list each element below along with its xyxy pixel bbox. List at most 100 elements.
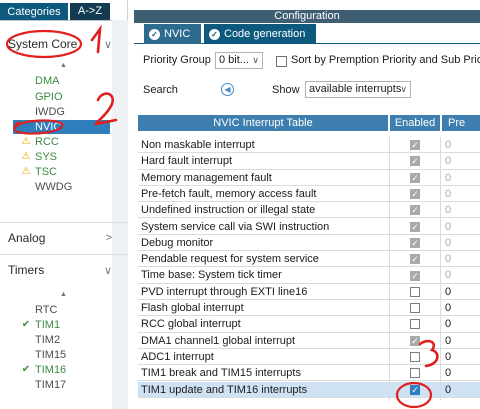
section-analog[interactable]: Analog > bbox=[8, 229, 112, 247]
divider bbox=[0, 254, 128, 255]
column-divider bbox=[389, 316, 390, 335]
select-value: available interrupts bbox=[309, 83, 402, 95]
column-divider bbox=[440, 300, 441, 318]
interrupt-name: Undefined instruction or illegal state bbox=[141, 204, 316, 217]
enabled-checkbox: ✓ bbox=[410, 140, 420, 151]
table-row[interactable]: Hard fault interrupt ✓ 0 bbox=[138, 153, 480, 172]
preemption-priority[interactable]: 0 bbox=[445, 251, 451, 267]
table-row[interactable]: TIM1 update and TIM16 interrupts ✓ 0 bbox=[138, 381, 480, 400]
preemption-priority[interactable]: 0 bbox=[445, 153, 451, 169]
preemption-priority[interactable]: 0 bbox=[445, 186, 451, 202]
enabled-checkbox[interactable] bbox=[410, 319, 420, 330]
table-row[interactable]: Flash global interrupt 0 bbox=[138, 300, 480, 318]
chevron-right-icon: > bbox=[105, 232, 112, 244]
enabled-checkbox[interactable] bbox=[410, 368, 420, 379]
enabled-checkbox: ✓ bbox=[410, 237, 420, 248]
tab-nvic[interactable]: ✓ NVIC bbox=[144, 24, 201, 44]
table-row[interactable]: Undefined instruction or illegal state ✓ 0 bbox=[138, 202, 480, 221]
interrupt-name: TIM1 update and TIM16 interrupts bbox=[141, 383, 308, 396]
preemption-priority[interactable]: 0 bbox=[445, 365, 451, 381]
priority-group-select[interactable]: 0 bit... ∨ bbox=[215, 52, 263, 69]
table-row[interactable]: Debug monitor ✓ 0 bbox=[138, 234, 480, 253]
scroll-up-icon[interactable]: ▲ bbox=[60, 291, 67, 298]
preemption-priority[interactable]: 0 bbox=[445, 235, 451, 251]
column-divider bbox=[389, 348, 390, 367]
tab-code-generation[interactable]: ✓ Code generation bbox=[204, 24, 316, 44]
enabled-checkbox[interactable] bbox=[410, 352, 420, 363]
interrupt-name: PVD interrupt through EXTI line16 bbox=[141, 285, 308, 298]
table-row[interactable]: DMA1 channel1 global interrupt ✓ 0 bbox=[138, 332, 480, 351]
preemption-priority[interactable]: 0 bbox=[445, 219, 451, 235]
interrupt-name: Pre-fetch fault, memory access fault bbox=[141, 187, 317, 200]
enabled-checkbox[interactable] bbox=[410, 286, 420, 297]
table-row[interactable]: System service call via SWI instruction ✓… bbox=[138, 218, 480, 237]
section-timers[interactable]: Timers ∨ bbox=[8, 261, 112, 279]
check-circle-icon: ✓ bbox=[209, 28, 220, 40]
interrupt-name: Hard fault interrupt bbox=[141, 155, 233, 168]
column-header-preemption[interactable]: Pre bbox=[442, 115, 480, 131]
sort-priority-checkbox[interactable] bbox=[276, 56, 287, 67]
enabled-checkbox[interactable]: ✓ bbox=[410, 384, 420, 395]
table-row[interactable]: RCC global interrupt 0 bbox=[138, 316, 480, 335]
config-tabbar: ✓ NVIC ✓ Code generation bbox=[134, 24, 480, 44]
preemption-priority[interactable]: 0 bbox=[445, 170, 451, 186]
column-divider bbox=[389, 137, 390, 155]
tree-item-label: RCC bbox=[35, 136, 59, 148]
column-divider bbox=[440, 251, 441, 270]
section-label: Timers bbox=[8, 263, 45, 277]
column-header-name[interactable]: NVIC Interrupt Table bbox=[138, 115, 388, 131]
scrollbar[interactable] bbox=[112, 20, 128, 409]
preemption-priority[interactable]: 0 bbox=[445, 300, 451, 316]
section-label: System Core bbox=[8, 37, 78, 51]
interrupt-name: Debug monitor bbox=[141, 236, 214, 249]
table-row[interactable]: ADC1 interrupt 0 bbox=[138, 348, 480, 367]
table-row[interactable]: Pendable request for system service ✓ 0 bbox=[138, 251, 480, 270]
chevron-down-icon: ∨ bbox=[103, 264, 112, 277]
preemption-priority[interactable]: 0 bbox=[445, 284, 451, 300]
check-icon: ✔ bbox=[21, 319, 31, 330]
interrupt-name: RCC global interrupt bbox=[141, 318, 241, 331]
column-divider bbox=[440, 267, 441, 286]
preemption-priority[interactable]: 0 bbox=[445, 137, 451, 153]
preemption-priority[interactable]: 0 bbox=[445, 382, 451, 398]
column-divider bbox=[440, 234, 441, 253]
column-divider bbox=[440, 381, 441, 400]
table-row[interactable]: Pre-fetch fault, memory access fault ✓ 0 bbox=[138, 185, 480, 204]
table-row[interactable]: Memory management fault ✓ 0 bbox=[138, 169, 480, 188]
enabled-checkbox: ✓ bbox=[410, 270, 420, 281]
divider bbox=[0, 222, 128, 223]
preemption-priority[interactable]: 0 bbox=[445, 202, 451, 218]
tree-item-label: IWDG bbox=[35, 106, 65, 118]
column-header-enabled[interactable]: Enabled bbox=[390, 115, 440, 131]
interrupt-name: Non maskable interrupt bbox=[141, 139, 255, 151]
column-divider bbox=[389, 332, 390, 351]
column-divider bbox=[389, 153, 390, 172]
interrupt-name: ADC1 interrupt bbox=[141, 350, 214, 363]
search-icon[interactable]: ◀ bbox=[221, 83, 234, 96]
tab-label: Code generation bbox=[224, 28, 306, 40]
chevron-down-icon: ∨ bbox=[252, 55, 259, 65]
enabled-checkbox: ✓ bbox=[410, 156, 420, 167]
column-divider bbox=[440, 348, 441, 367]
preemption-priority[interactable]: 0 bbox=[445, 316, 451, 332]
table-row[interactable]: PVD interrupt through EXTI line16 0 bbox=[138, 283, 480, 302]
scroll-up-icon[interactable]: ▲ bbox=[60, 62, 67, 69]
column-divider bbox=[389, 267, 390, 286]
tab-categories[interactable]: Categories bbox=[0, 3, 68, 20]
enabled-checkbox[interactable] bbox=[410, 303, 420, 314]
warning-icon: ⚠ bbox=[21, 166, 31, 177]
preemption-priority[interactable]: 0 bbox=[445, 267, 451, 283]
show-filter-select[interactable]: available interrupts ∨ bbox=[305, 81, 411, 98]
preemption-priority[interactable]: 0 bbox=[445, 333, 451, 349]
tree-item-label: TIM17 bbox=[35, 379, 67, 391]
tree-item-nvic[interactable]: NVIC bbox=[13, 120, 110, 134]
table-row[interactable]: Non maskable interrupt ✓ 0 bbox=[138, 137, 480, 155]
tab-label: NVIC bbox=[164, 28, 191, 40]
enabled-checkbox: ✓ bbox=[410, 221, 420, 232]
table-row[interactable]: Time base: System tick timer ✓ 0 bbox=[138, 267, 480, 286]
tab-a-to-z[interactable]: A->Z bbox=[70, 3, 110, 20]
select-value: 0 bit... bbox=[219, 54, 249, 66]
section-system-core[interactable]: System Core ∨ bbox=[8, 35, 112, 53]
table-row[interactable]: TIM1 break and TIM15 interrupts 0 bbox=[138, 365, 480, 384]
preemption-priority[interactable]: 0 bbox=[445, 349, 451, 365]
